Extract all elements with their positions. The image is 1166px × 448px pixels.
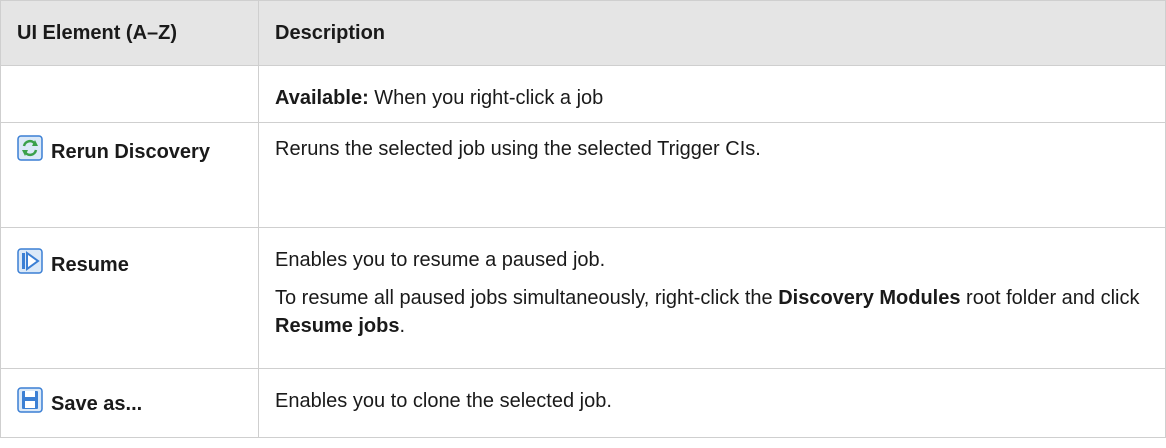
table-row: Available: When you right-click a job [0, 65, 1166, 123]
description-fragment: To resume all paused jobs simultaneously… [275, 287, 779, 309]
discovery-modules-term: Discovery Modules [778, 287, 961, 309]
description-fragment: . [399, 315, 406, 337]
table-row: Resume Enables you to resume a paused jo… [0, 227, 1166, 369]
ui-element-cell: Save as... [0, 368, 259, 438]
ui-element-cell [0, 65, 259, 123]
availability-note: Available: When you right-click a job [275, 84, 1151, 112]
resume-jobs-term: Resume jobs [275, 315, 400, 337]
ui-element-name: Rerun Discovery [51, 141, 210, 163]
ui-element-cell: Resume [0, 227, 259, 369]
column-header-ui-element: UI Element (A–Z) [0, 0, 259, 66]
rerun-discovery-icon [17, 135, 43, 161]
save-icon [17, 387, 43, 413]
ui-element-name: Resume [51, 254, 129, 276]
description-cell: Enables you to clone the selected job. [258, 368, 1166, 438]
ui-element-name: Save as... [51, 393, 143, 415]
ui-element-cell: Rerun Discovery [0, 122, 259, 228]
column-header-description: Description [258, 0, 1166, 66]
table-row: Save as... Enables you to clone the sele… [0, 368, 1166, 438]
resume-icon [17, 248, 43, 274]
description-text: Enables you to resume a paused job. [275, 249, 606, 271]
ui-elements-table: UI Element (A–Z) Description Available: … [0, 0, 1166, 438]
availability-label: Available: [275, 87, 369, 109]
description-text-2: To resume all paused jobs simultaneously… [275, 284, 1151, 340]
description-cell: Reruns the selected job using the select… [258, 122, 1166, 228]
description-cell: Available: When you right-click a job [258, 65, 1166, 123]
description-cell: Enables you to resume a paused job. To r… [258, 227, 1166, 369]
description-text: Enables you to clone the selected job. [275, 390, 612, 412]
description-text: Reruns the selected job using the select… [275, 138, 761, 160]
availability-text: When you right-click a job [368, 87, 604, 109]
table-header-row: UI Element (A–Z) Description [0, 0, 1166, 66]
table-row: Rerun Discovery Reruns the selected job … [0, 122, 1166, 228]
description-fragment: root folder and click [960, 287, 1140, 309]
